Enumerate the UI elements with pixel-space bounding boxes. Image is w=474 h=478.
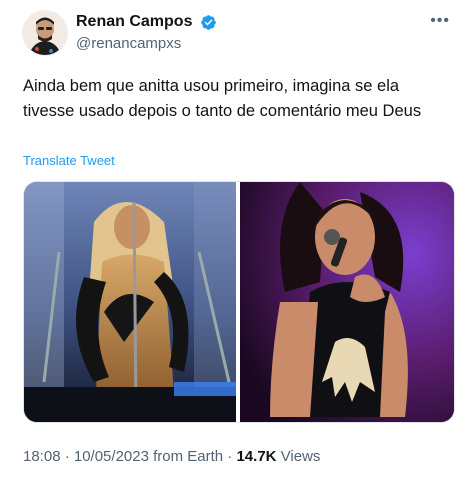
- tweet-text-line: Ainda bem que anitta usou primeiro, imag…: [23, 77, 400, 95]
- author-info: Renan Campos @renancampxs: [76, 12, 217, 54]
- tweet-text: Ainda bem que anitta usou primeiro, imag…: [23, 74, 453, 124]
- translate-tweet-link[interactable]: Translate Tweet: [23, 153, 115, 168]
- performer-photo-left: [24, 182, 236, 422]
- media-photo-right[interactable]: [240, 182, 454, 422]
- performer-photo-right: [240, 182, 454, 422]
- media-photo-left[interactable]: [24, 182, 236, 422]
- avatar-image: [23, 11, 67, 55]
- tweet-text-line: tivesse usado depois o tanto de comentár…: [23, 102, 422, 120]
- avatar[interactable]: [22, 10, 68, 56]
- tweet-header: Renan Campos @renancampxs •••: [22, 10, 452, 56]
- verified-badge-icon: [201, 14, 216, 30]
- handle[interactable]: @renancampxs: [76, 34, 217, 54]
- tweet-media[interactable]: [23, 181, 455, 423]
- timestamp[interactable]: 18:08 · 10/05/2023 from Earth ·: [23, 448, 232, 465]
- views-label: Views: [280, 448, 321, 465]
- display-name[interactable]: Renan Campos: [76, 12, 192, 32]
- views-count: 14.7K: [236, 448, 277, 465]
- more-horizontal-icon[interactable]: •••: [430, 12, 450, 30]
- tweet-meta: 18:08 · 10/05/2023 from Earth · 14.7K Vi…: [23, 448, 320, 465]
